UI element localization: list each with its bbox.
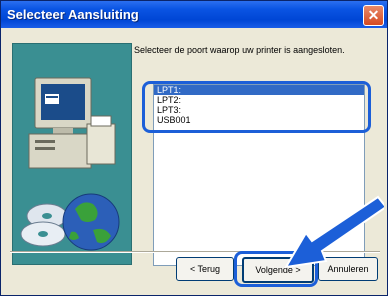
- close-button[interactable]: ✕: [363, 5, 384, 26]
- dialog-client-area: Selecteer de poort waarop uw printer is …: [4, 29, 384, 292]
- title-bar[interactable]: Selecteer Aansluiting ✕: [1, 1, 387, 28]
- pointer-arrow-icon: [284, 195, 384, 269]
- dialog-window: Selecteer Aansluiting ✕ Selecteer de poo…: [0, 0, 388, 296]
- window-title: Selecteer Aansluiting: [7, 7, 139, 22]
